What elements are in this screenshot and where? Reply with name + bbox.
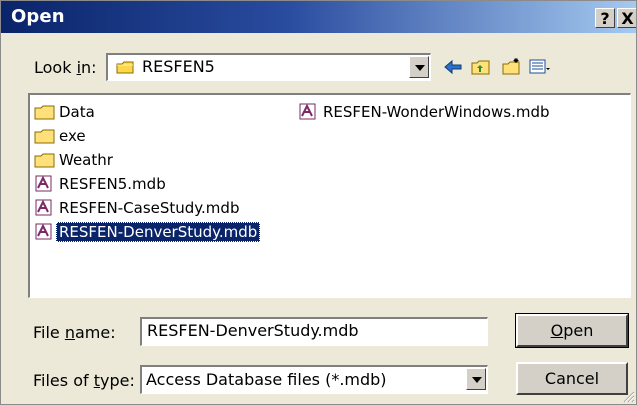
file-name-input[interactable]: RESFEN-DenverStudy.mdb <box>140 317 488 346</box>
files-of-type-label: Files of type: <box>33 371 135 390</box>
list-item-data[interactable]: Data <box>34 100 98 123</box>
window-title: Open <box>11 6 65 27</box>
list-item-exe[interactable]: exe <box>34 124 89 147</box>
open-dialog: Open ? X Look in: RESFEN5 Data exe Weath… <box>0 0 637 405</box>
close-button[interactable]: X <box>617 8 636 28</box>
list-item-resfen-wonderwindows-mdb[interactable]: RESFEN-WonderWindows.mdb <box>298 100 553 123</box>
title-bar[interactable]: Open ? X <box>1 1 636 33</box>
file-name-label: File name: <box>33 323 116 342</box>
access-db-icon <box>35 175 52 191</box>
look-in-value: RESFEN5 <box>142 57 215 76</box>
files-of-type-value: Access Database files (*.mdb) <box>146 370 387 389</box>
up-folder-icon[interactable] <box>470 57 492 77</box>
file-list[interactable]: Data exe Weathr RESFEN5.mdb RESFEN-CaseS… <box>28 93 631 298</box>
folder-icon <box>34 105 55 119</box>
resize-grip-icon[interactable] <box>623 391 635 403</box>
look-in-label: Look in: <box>34 58 97 77</box>
view-menu-icon[interactable] <box>529 57 551 77</box>
folder-icon <box>34 153 55 167</box>
access-db-icon <box>299 103 316 119</box>
folder-icon <box>34 129 55 143</box>
list-item-weathr[interactable]: Weathr <box>34 148 116 171</box>
access-db-icon <box>35 199 52 215</box>
open-button[interactable]: Open <box>515 313 629 348</box>
look-in-dropdown[interactable]: RESFEN5 <box>106 53 431 81</box>
files-of-type-dropdown-button[interactable] <box>466 368 486 390</box>
help-button[interactable]: ? <box>595 8 615 28</box>
folder-icon <box>116 61 134 74</box>
look-in-dropdown-button[interactable] <box>409 56 429 78</box>
access-db-icon <box>35 223 52 239</box>
back-icon[interactable] <box>442 57 464 77</box>
list-item-resfen-casestudy-mdb[interactable]: RESFEN-CaseStudy.mdb <box>34 196 242 219</box>
files-of-type-dropdown[interactable]: Access Database files (*.mdb) <box>140 365 488 394</box>
list-item-resfen5-mdb[interactable]: RESFEN5.mdb <box>34 172 169 195</box>
new-folder-icon[interactable] <box>501 57 523 77</box>
cancel-button[interactable]: Cancel <box>516 362 628 395</box>
list-item-resfen-denverstudy-mdb[interactable]: RESFEN-DenverStudy.mdb <box>34 220 261 243</box>
